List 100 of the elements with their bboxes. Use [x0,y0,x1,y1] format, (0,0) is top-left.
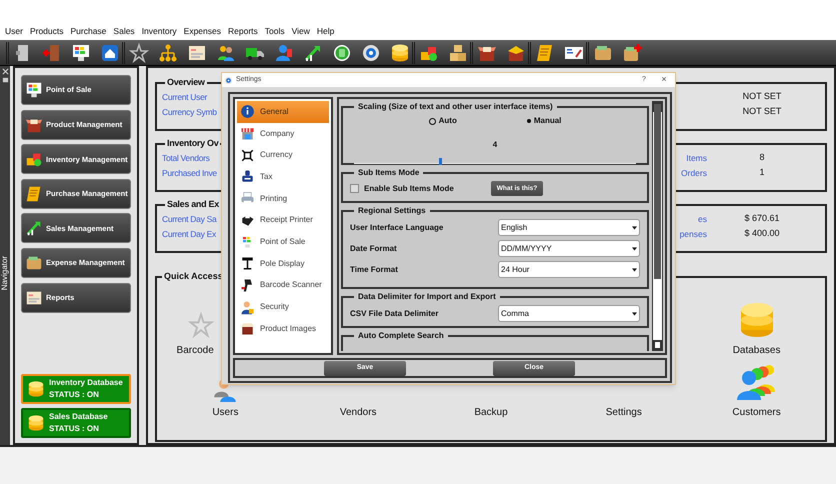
menu-item[interactable]: Reports [228,25,258,38]
category-item[interactable]: Tax [237,166,329,188]
scrollbar[interactable] [652,101,663,351]
info-label: Purchased Inve [162,166,217,180]
info-value: NOT SET [742,105,782,118]
category-item[interactable]: Product Images [237,318,329,340]
menu-item[interactable]: Tools [264,25,285,38]
category-item[interactable]: General [237,101,329,123]
slider-thumb[interactable] [438,158,442,165]
category-item[interactable]: Company [237,122,329,144]
category-item[interactable]: Security [237,296,329,318]
menu-item[interactable]: Sales [113,25,135,38]
info-icon [240,104,255,120]
checkbox-label[interactable]: Enable Sub Items Mode [364,182,454,194]
currency-sign-icon [240,148,255,163]
group-title: Overview [166,76,206,89]
menu-item[interactable]: View [292,25,310,38]
group-title: Scaling (Size of text and other user interface items) [357,101,554,113]
database-icon [27,380,45,398]
navigator-tab[interactable]: Navigator [0,256,11,290]
info-value: $ 400.00 [744,227,780,240]
dropdown[interactable]: 24 Hour [498,261,640,278]
category-item[interactable]: Currency [237,144,329,166]
scale-value: 4 [492,140,498,149]
notepad-icon[interactable] [535,42,555,62]
database-status-panel[interactable]: Inventory Database STATUS : ON [21,374,131,404]
tax-stamp-icon [240,169,255,184]
star-icon[interactable] [129,42,149,62]
wallet-icon [25,254,43,272]
database-name: Sales Database [49,413,108,421]
close-button[interactable]: × [655,73,673,87]
star-icon[interactable] [188,310,214,340]
barcode-scanner-icon [240,278,255,293]
dropdown[interactable]: DD/MM/YYYY [498,240,640,257]
store-icon [240,126,255,142]
field-label: User Interface Language [350,222,444,234]
form-icon [25,288,43,307]
radio-label[interactable]: Auto [438,115,457,127]
pole-display-icon [240,256,255,272]
info-value: 8 [759,151,764,164]
info-value: NOT SET [742,90,782,104]
category-item[interactable]: Receipt Printer [237,209,329,232]
monitor-icon [25,81,43,99]
quick-access-label[interactable]: Barcode [176,342,214,358]
dropdown[interactable]: Comma [498,305,640,322]
info-label: Current Day Ex [162,228,216,240]
group-title: Sales and Ex [166,198,220,211]
menu-item[interactable]: Help [316,25,334,38]
product-box-icon [240,321,255,336]
notepad-icon [25,184,43,203]
dropdown[interactable]: English [498,219,640,236]
info-label: Total Vendors [162,152,210,164]
info-value: 1 [759,166,764,180]
hierarchy-icon[interactable] [158,42,178,62]
dropdown-caret-icon [632,226,637,230]
menu-item[interactable]: User [5,25,23,38]
database-name: Inventory Database [49,379,123,387]
menu-item[interactable]: Inventory [142,25,177,38]
info-label: Items [686,152,707,164]
exit-door-icon[interactable] [42,42,62,62]
quick-access-label[interactable]: Customers [732,404,781,420]
database-icon[interactable] [390,42,410,62]
field-label: Time Format [350,264,399,276]
group-title: Data Delimiter for Import and Export [357,291,497,303]
wallet-plus-icon[interactable] [622,42,642,62]
info-label: es [698,212,707,226]
radio-label[interactable]: Manual [534,115,562,127]
close-icon[interactable] [2,68,8,75]
quick-access-label[interactable]: Settings [606,404,642,420]
quick-access-label[interactable]: Backup [474,404,508,420]
radio-button[interactable] [526,119,531,123]
checkbox[interactable] [350,184,359,193]
group-title: Inventory Ov [166,137,220,150]
radio-button[interactable] [428,118,436,124]
quick-access-label[interactable]: Databases [732,342,780,358]
menu-item[interactable]: Purchase [70,25,106,38]
scale-slider[interactable] [354,157,636,166]
info-label: Current Day Sa [162,212,216,226]
category-item[interactable]: Pole Display [237,252,329,274]
database-status-panel[interactable]: Sales Database STATUS : ON [21,408,131,438]
category-item[interactable]: Printing [237,188,329,210]
menu-item[interactable]: Products [30,25,64,38]
monitor-icon[interactable] [71,42,91,62]
quick-access-label[interactable]: Vendors [340,404,377,420]
database-icon [27,414,45,432]
field-label: Date Format [350,242,398,254]
house-icon[interactable] [100,42,120,62]
group-title: Sub Items Mode [357,167,420,179]
pin-icon[interactable] [2,77,8,84]
info-label: Orders [681,166,707,180]
disc-icon[interactable] [332,42,352,62]
category-item[interactable]: Point of Sale [237,231,329,253]
group-title: Auto Complete Search [357,330,445,342]
stacked-boxes-icon[interactable] [448,42,468,62]
menu-item[interactable]: Expenses [184,25,221,38]
dropdown-caret-icon [632,268,637,272]
category-item[interactable]: Barcode Scanner [237,274,329,296]
quick-access-label[interactable]: Users [212,404,238,420]
group-title: Regional Settings [357,205,427,217]
dropdown-caret-icon [632,246,637,250]
